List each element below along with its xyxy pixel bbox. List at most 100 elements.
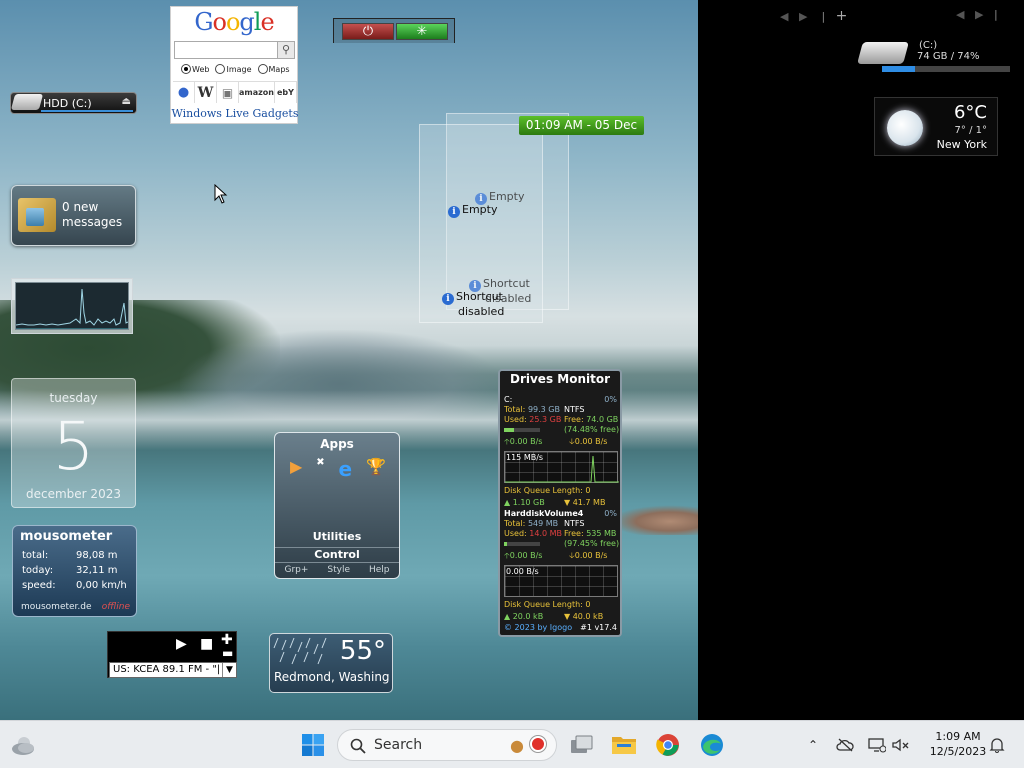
file-explorer-button[interactable] (608, 721, 640, 768)
sidebar-weather-range: 7° / 1° (954, 125, 987, 136)
network-icon[interactable] (866, 721, 888, 768)
media-player-icon[interactable]: ▶ (290, 457, 302, 481)
drive-activity-graph: 0.00 B/s (504, 565, 618, 597)
notification-bell-icon[interactable] (986, 721, 1008, 768)
sidebar-drive-bar (882, 66, 1010, 72)
option-maps[interactable]: Maps (257, 64, 290, 74)
task-view-button[interactable] (566, 721, 598, 768)
info-icon: i (442, 293, 454, 305)
amazon-site-icon[interactable]: amazon (239, 82, 275, 103)
mousometer-title: mousometer (20, 529, 113, 544)
chevron-right-icon[interactable]: ▶ (799, 10, 807, 23)
calendar-day: 5 (52, 408, 95, 485)
drive-used: Used: 25.3 GB (504, 415, 562, 424)
sidebar-weather-gadget[interactable]: 6°C 7° / 1° New York (874, 97, 998, 156)
youtube-site-icon[interactable]: ▣ (217, 82, 239, 103)
eject-icon[interactable]: ⏏ (122, 96, 131, 107)
trophy-icon[interactable]: 🏆 (366, 457, 386, 481)
sidebar-nav-top-left: ◀ ▶ | + (780, 8, 847, 24)
group-add-button[interactable]: Grp+ (284, 565, 308, 575)
mousometer-row-today: today: 32,11 m (22, 565, 118, 576)
disabled-shortcut: i Shortcut disabled (442, 290, 504, 318)
internet-explorer-icon[interactable]: e (339, 457, 353, 481)
chevron-left-icon[interactable]: ◀ (956, 8, 964, 21)
sidebar-nav-top-right: ◀ ▶ | (956, 8, 998, 21)
drive-name: HarddiskVolume4 (504, 509, 584, 518)
apps-launcher-gadget: Apps ▶ ✖ e 🏆 Utilities Control Grp+ Styl… (274, 432, 400, 579)
mail-gadget[interactable]: 0 new messages (11, 185, 136, 246)
drive-total: Total: 99.3 GB (504, 405, 560, 414)
chrome-button[interactable] (652, 721, 684, 768)
google-search-input[interactable] (174, 41, 278, 59)
cloud-offline-icon[interactable] (834, 721, 856, 768)
radio-icon (257, 64, 268, 74)
hdd-gadget[interactable]: HDD (C:) ⏏ (10, 92, 137, 114)
style-button[interactable]: Style (327, 565, 350, 575)
drive-activity: 0% (604, 509, 617, 518)
wikipedia-site-icon[interactable]: W (195, 82, 217, 103)
minus-icon[interactable]: ▬ (222, 646, 233, 660)
play-icon[interactable]: ▶ (176, 636, 187, 652)
weather-city: Redmond, Washing (274, 670, 390, 684)
power-gadget: ⏻ ✳ (333, 18, 455, 43)
drive-activity-graph: 115 MB/s (504, 451, 619, 483)
taskbar-date: 12/5/2023 (929, 745, 987, 758)
drive-usage-bar (504, 542, 540, 546)
drives-monitor-gadget: Drives Monitor C: 0% Total: 99.3 GB NTFS… (498, 369, 622, 637)
help-button[interactable]: Help (369, 565, 390, 575)
close-icon[interactable]: ✖ (316, 457, 324, 481)
calendar-month-year: december 2023 (26, 487, 121, 501)
drive-free: Free: 74.0 GB (564, 415, 619, 424)
option-web[interactable]: Web (181, 64, 209, 74)
folder-icon (612, 737, 636, 754)
control-button[interactable]: Control (275, 547, 399, 561)
restart-button[interactable]: ✳ (396, 23, 448, 40)
start-button[interactable] (296, 721, 330, 768)
taskbar-search[interactable]: Search ● (337, 729, 557, 761)
drive-read-total: ▲ 1.10 GB (504, 498, 545, 507)
drive-total: Total: 549 MB (504, 519, 559, 528)
drive-read-rate: 🡡0.00 B/s (504, 437, 543, 446)
mousometer-link[interactable]: mousometer.de (21, 602, 92, 612)
drive-filesystem: NTFS (564, 519, 585, 528)
drive-filesystem: NTFS (564, 405, 585, 414)
drive-read-rate: 🡡0.00 B/s (504, 551, 543, 560)
utilities-button[interactable]: Utilities (275, 530, 399, 543)
drives-monitor-credit[interactable]: © 2023 by Igogo (504, 623, 572, 633)
drive-name: C: (504, 395, 513, 404)
hdd-usage-bar (41, 110, 133, 112)
weather-gadget[interactable]: 55° Redmond, Washing (269, 633, 393, 693)
chrome-icon (656, 734, 679, 756)
disk-queue-length: Disk Queue Length: 0 (504, 600, 591, 609)
google-site-icon[interactable]: ● (173, 82, 195, 103)
moon-icon (887, 110, 923, 146)
edge-icon (701, 734, 723, 756)
windows-icon (302, 734, 324, 756)
apps-footer: Grp+ Style Help (275, 562, 399, 575)
taskbar-clock[interactable]: 1:09 AM 12/5/2023 (920, 729, 996, 759)
station-select[interactable]: US: KCEA 89.1 FM - "| ▼ (109, 662, 237, 678)
rain-icon (273, 637, 327, 665)
shortcut-panel-front[interactable]: i Empty i Shortcut disabled (419, 124, 543, 323)
radio-selected-icon (181, 64, 191, 74)
windows-live-gadgets-link[interactable]: Windows Live Gadgets (171, 107, 299, 120)
chevron-left-icon[interactable]: ◀ (780, 10, 788, 23)
sidebar-drive-gadget[interactable]: (C:) 74 GB / 74% (857, 40, 1010, 76)
mousometer-status: offline (101, 602, 130, 612)
info-icon: i (448, 206, 460, 218)
drive-usage-bar (504, 428, 540, 432)
weather-widget-icon[interactable] (6, 721, 40, 768)
chevron-up-icon[interactable]: ⌃ (802, 721, 824, 768)
chevron-right-icon[interactable]: ▶ (975, 8, 983, 21)
option-image[interactable]: Image (215, 64, 252, 74)
shutdown-button[interactable]: ⏻ (342, 23, 394, 40)
stop-icon[interactable]: ■ (200, 636, 213, 652)
mail-count: 0 new messages (62, 200, 123, 229)
search-button[interactable]: ⚲ (277, 41, 295, 59)
ebay-site-icon[interactable]: ebY (275, 82, 297, 103)
calendar-gadget[interactable]: tuesday 5 december 2023 (11, 378, 136, 508)
site-shortcuts: ● W ▣ amazon ebY (173, 81, 297, 103)
volume-muted-icon[interactable] (890, 721, 912, 768)
edge-button[interactable] (696, 721, 728, 768)
add-gadget-icon[interactable]: + (836, 8, 848, 24)
